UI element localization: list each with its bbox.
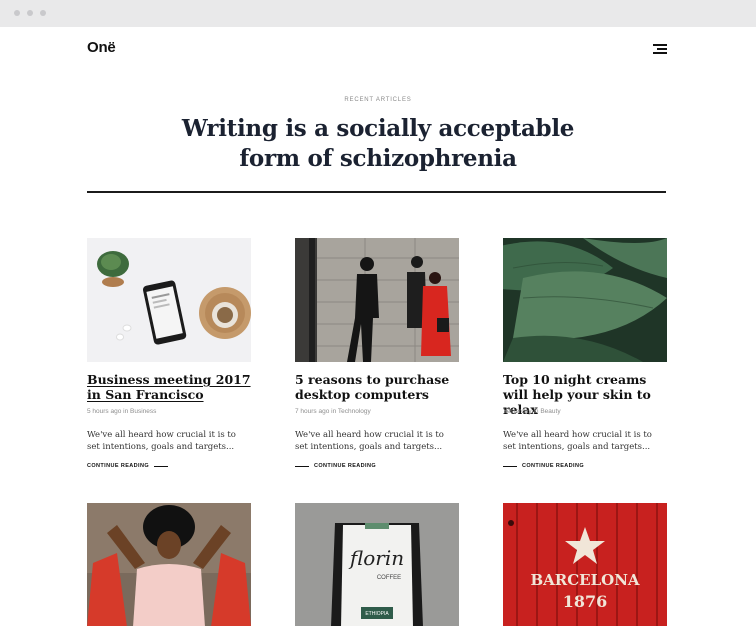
article-image-coffee-bag[interactable]: florin COFFEE ETHIOPIA: [295, 503, 459, 626]
bag-label-text: ETHIOPIA: [365, 611, 389, 617]
continue-reading-label: CONTINUE READING: [87, 463, 150, 469]
article-image-leaves[interactable]: [503, 238, 667, 362]
bag-sub-text: COFFEE: [377, 575, 401, 581]
article-excerpt: We've all heard how crucial it is to set…: [295, 430, 444, 452]
continue-reading-link[interactable]: CONTINUE READING: [295, 463, 376, 469]
hero-title: Writing is a socially acceptable form of…: [181, 115, 575, 172]
continue-reading-link[interactable]: CONTINUE READING: [503, 463, 584, 469]
article-meta: 5 hours ago in Business: [87, 408, 157, 415]
article-title[interactable]: Business meeting 2017 in San Francisco: [87, 372, 251, 402]
continue-reading-label: CONTINUE READING: [314, 463, 377, 469]
article-title[interactable]: 5 reasons to purchase desktop computers: [295, 372, 459, 402]
article-image-barcelona[interactable]: BARCELONA 1876: [503, 503, 667, 626]
article-meta: Yesterday in Beauty: [503, 408, 561, 415]
link-line: [154, 465, 169, 467]
site-logo[interactable]: Onë: [87, 39, 116, 56]
link-line: [295, 465, 309, 467]
continue-reading-link[interactable]: CONTINUE READING: [87, 463, 169, 469]
article-image-street[interactable]: [295, 238, 459, 362]
article-excerpt: We've all heard how crucial it is to set…: [503, 430, 652, 452]
article-image-woman-chair[interactable]: [87, 503, 251, 626]
article-excerpt: We've all heard how crucial it is to set…: [87, 430, 236, 452]
sign-year-text: 1876: [563, 592, 608, 611]
bag-brand-text: florin: [348, 546, 404, 570]
window-minimize-dot[interactable]: [27, 10, 33, 16]
link-line: [503, 465, 517, 467]
browser-toolbar: [0, 0, 756, 27]
continue-reading-label: CONTINUE READING: [522, 463, 585, 469]
article-meta: 7 hours ago in Technology: [295, 408, 371, 415]
page: Onë RECENT ARTICLES Writing is a sociall…: [0, 27, 756, 626]
sign-city-text: BARCELONA: [530, 571, 639, 589]
window-maximize-dot[interactable]: [40, 10, 46, 16]
window-close-dot[interactable]: [14, 10, 20, 16]
article-image-desk[interactable]: [87, 238, 251, 362]
hero-divider: [87, 191, 666, 193]
hamburger-menu-icon[interactable]: [653, 43, 667, 54]
section-eyebrow: RECENT ARTICLES: [344, 97, 412, 103]
